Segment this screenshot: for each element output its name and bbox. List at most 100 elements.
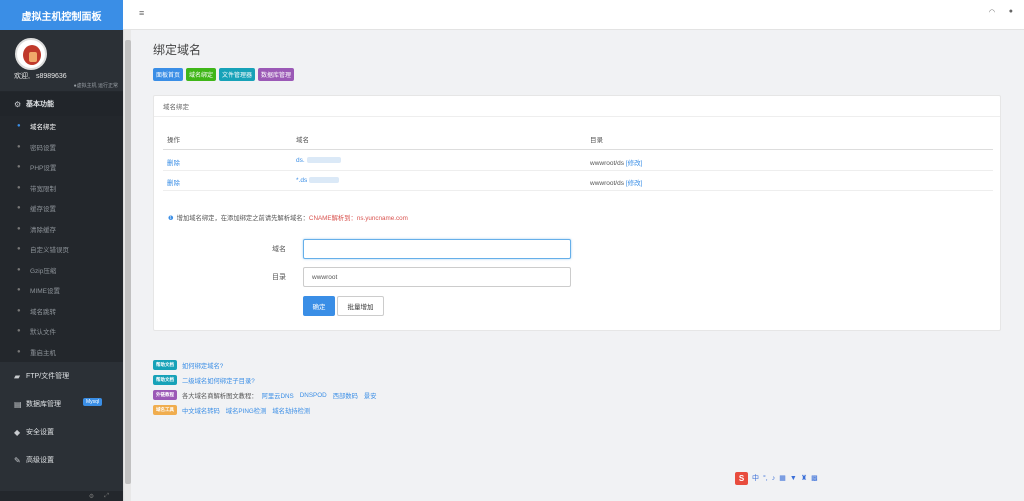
keyboard-icon[interactable]: ▦ bbox=[779, 474, 786, 482]
sidebar-group-security[interactable]: ◆ 安全设置 bbox=[0, 418, 123, 446]
table-row: 删除 *.ds wwwroot/ds [修改] bbox=[163, 171, 993, 191]
ime-mode-label[interactable]: 中 bbox=[752, 473, 759, 483]
panel-home-button[interactable]: 面板首页 bbox=[153, 68, 184, 81]
domain-input[interactable] bbox=[303, 239, 571, 259]
welcome-text: 欢迎, s8989636 bbox=[14, 71, 67, 81]
redacted-domain bbox=[306, 157, 341, 164]
sidebar-item-label: 默认文件 bbox=[30, 329, 56, 337]
sidebar-item-bandwidth[interactable]: ● 带宽限制 bbox=[0, 178, 123, 199]
grid-icon[interactable]: ▩ bbox=[811, 474, 818, 482]
username: s8989636 bbox=[35, 73, 67, 80]
menu-toggle-icon[interactable]: ≡ bbox=[139, 8, 144, 18]
sidebar-item-php[interactable]: ● PHP设置 bbox=[0, 157, 123, 178]
sogou-logo-icon[interactable]: S bbox=[735, 471, 748, 485]
dir-cell: wwwroot/ds [修改] bbox=[590, 177, 642, 187]
help-link[interactable]: 域名PING检测 bbox=[226, 406, 267, 415]
edit-link[interactable]: [修改] bbox=[626, 160, 643, 167]
help-link[interactable]: 景安 bbox=[364, 391, 377, 400]
sidebar-item-clear-cache[interactable]: ● 清除缓存 bbox=[0, 219, 123, 240]
col-action: 操作 bbox=[167, 137, 180, 144]
sidebar-group-basic-label: 基本功能 bbox=[26, 101, 54, 108]
help-link[interactable]: 二级域名如何绑定子目录? bbox=[182, 376, 255, 385]
edit-icon: ✎ bbox=[14, 455, 21, 465]
help-link[interactable]: 阿里云DNS bbox=[262, 391, 294, 400]
dir-text: wwwroot/ds bbox=[590, 160, 624, 167]
domain-text: ds. bbox=[296, 157, 305, 164]
help-link[interactable]: 域名劫持检测 bbox=[272, 406, 310, 415]
sidebar-item-label: 清除缓存 bbox=[30, 226, 56, 234]
sidebar-group-ftp[interactable]: ▰ FTP/文件管理 bbox=[0, 362, 123, 390]
sidebar-item-label: 带宽限制 bbox=[30, 185, 56, 193]
col-dir: 目录 bbox=[590, 137, 603, 144]
sidebar-item-gzip[interactable]: ● Gzip压缩 bbox=[0, 260, 123, 281]
user-panel: 欢迎, s8989636 ●虚拟主机 运行正常 bbox=[0, 30, 123, 92]
help-link[interactable]: 如何绑定域名? bbox=[182, 361, 223, 370]
sidebar-item-mime[interactable]: ● MIME设置 bbox=[0, 280, 123, 301]
batch-add-button[interactable]: 批量增加 bbox=[337, 296, 384, 316]
sidebar-item-domain-bind[interactable]: ● 域名绑定 bbox=[0, 116, 123, 137]
domain-text: *.ds bbox=[296, 177, 308, 184]
help-line: 帮助文档 二级域名如何绑定子目录? bbox=[153, 373, 382, 387]
sidebar-item-label: 缓存设置 bbox=[30, 206, 56, 214]
sidebar-item-label: 域名跳转 bbox=[30, 308, 56, 316]
file-manager-button[interactable]: 文件管理器 bbox=[219, 68, 256, 81]
info-icon: ❶ bbox=[168, 215, 174, 222]
sidebar-item-password[interactable]: ● 密码设置 bbox=[0, 137, 123, 158]
bullet-icon: ● bbox=[17, 348, 21, 355]
delete-link[interactable]: 删除 bbox=[167, 157, 180, 167]
confirm-button[interactable]: 确定 bbox=[303, 296, 335, 316]
sidebar-item-restart[interactable]: ● 重启主机 bbox=[0, 342, 123, 363]
sidebar: 虚拟主机控制面板 欢迎, s8989636 ●虚拟主机 运行正常 ⚙ 基本功能 ● 域… bbox=[0, 0, 123, 501]
edit-link[interactable]: [修改] bbox=[626, 180, 643, 187]
sidebar-item-label: MIME设置 bbox=[30, 288, 60, 296]
microphone-icon[interactable]: ♪ bbox=[772, 475, 776, 482]
notice-target: ns.yuncname.com bbox=[356, 215, 408, 222]
bullet-icon: ● bbox=[17, 287, 21, 294]
sidebar-footer: ⚙ ⤢ bbox=[0, 491, 123, 501]
sidebar-group-advanced-label: 高级设置 bbox=[26, 457, 54, 464]
help-tag: 帮助文档 bbox=[153, 360, 177, 370]
sidebar-group-db-label: 数据库管理 bbox=[26, 401, 61, 408]
help-link[interactable]: DNSPOD bbox=[300, 392, 327, 399]
expand-icon[interactable]: ⤢ bbox=[104, 493, 109, 500]
sidebar-group-db[interactable]: ▤ 数据库管理 Mysql bbox=[0, 390, 123, 418]
user-icon[interactable]: ● bbox=[1009, 8, 1013, 15]
mysql-badge: Mysql bbox=[83, 398, 103, 406]
avatar[interactable] bbox=[15, 38, 47, 70]
ime-toolbar: S 中 °, ♪ ▦ ▼ ♜ ▩ bbox=[735, 471, 818, 485]
bullet-icon: ● bbox=[17, 328, 21, 335]
redacted-domain bbox=[309, 177, 340, 184]
delete-link[interactable]: 删除 bbox=[167, 177, 180, 187]
bullet-icon: ● bbox=[17, 123, 21, 130]
punctuation-icon[interactable]: °, bbox=[763, 475, 768, 482]
bind-notice: ❶ 增加域名绑定，在添加绑定之前请先解析域名：CNAME解析到：ns.yuncna… bbox=[168, 213, 408, 222]
toolbox-icon[interactable]: ♜ bbox=[801, 474, 807, 482]
help-link[interactable]: 中文域名转码 bbox=[182, 406, 220, 415]
dir-cell: wwwroot/ds [修改] bbox=[590, 157, 642, 167]
database-icon: ▤ bbox=[14, 399, 22, 409]
sidebar-item-redirect[interactable]: ● 域名跳转 bbox=[0, 301, 123, 322]
col-domain: 域名 bbox=[296, 137, 309, 144]
bullet-icon: ● bbox=[17, 205, 21, 212]
help-link[interactable]: 西部数码 bbox=[333, 391, 358, 400]
notice-cname: CNAME解析到： bbox=[308, 215, 357, 222]
sidebar-group-advanced[interactable]: ✎ 高级设置 bbox=[0, 446, 123, 474]
help-section: 帮助文档 如何绑定域名? 帮助文档 二级域名如何绑定子目录? 外链教程 各大域名商解析… bbox=[153, 358, 382, 418]
db-manager-button[interactable]: 数据库管理 bbox=[258, 68, 295, 81]
domain-cell: ds. bbox=[296, 157, 341, 164]
bullet-icon: ● bbox=[17, 164, 21, 171]
sidebar-item-error-page[interactable]: ● 自定义错误页 bbox=[0, 239, 123, 260]
sidebar-group-basic[interactable]: ⚙ 基本功能 bbox=[0, 92, 123, 116]
sidebar-item-cache[interactable]: ● 缓存设置 bbox=[0, 198, 123, 219]
sidebar-item-label: 密码设置 bbox=[30, 144, 56, 152]
domain-bind-card: 域名绑定 操作 域名 目录 删除 ds. wwwroot/ds [修改] 删除 … bbox=[153, 95, 1001, 331]
dir-input[interactable]: wwwroot bbox=[303, 267, 571, 287]
domain-bind-button[interactable]: 域名绑定 bbox=[186, 68, 217, 81]
domain-label: 域名 bbox=[272, 246, 286, 253]
sidebar-item-default-file[interactable]: ● 默认文件 bbox=[0, 321, 123, 342]
folder-icon: ▰ bbox=[14, 371, 21, 381]
sidebar-scrollbar[interactable] bbox=[123, 30, 131, 501]
skin-icon[interactable]: ▼ bbox=[790, 475, 797, 482]
headset-icon[interactable]: ◠ bbox=[989, 8, 995, 16]
gear-icon[interactable]: ⚙ bbox=[89, 493, 94, 500]
